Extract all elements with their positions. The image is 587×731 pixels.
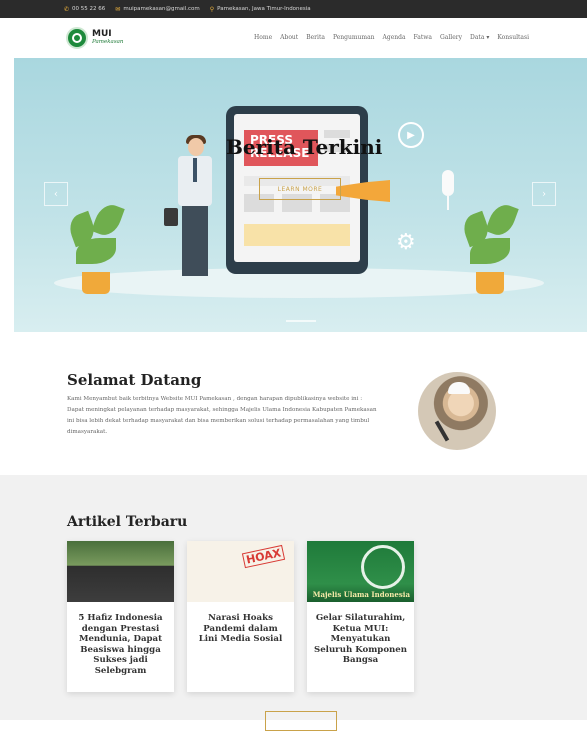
main-menu: Home About Berita Pengumuman Agenda Fatw…	[254, 34, 529, 41]
nav-agenda[interactable]: Agenda	[383, 34, 406, 41]
hoax-stamp: HOAX	[241, 544, 286, 569]
location-pin-icon: ⚲	[209, 5, 215, 13]
play-icon: ▶	[398, 122, 424, 148]
topbar-email-text: muipamekasan@gmail.com	[123, 6, 200, 12]
email-icon: ✉	[115, 5, 121, 13]
nav-data-dropdown[interactable]: Data ▾	[470, 34, 489, 41]
hero-title: Berita Terkini	[226, 135, 383, 159]
slider-prev-button[interactable]: ‹	[44, 182, 68, 206]
chevron-left-icon: ‹	[54, 188, 58, 200]
article-image[interactable]: Majelis Ulama Indonesia	[307, 541, 414, 602]
article-card[interactable]: Majelis Ulama Indonesia Gelar Silaturahi…	[307, 541, 414, 692]
site-logo[interactable]: MUI Pamekasan	[66, 27, 123, 49]
article-image-caption: Majelis Ulama Indonesia	[312, 590, 410, 599]
article-card[interactable]: HOAX Narasi Hoaks Pandemi dalam Lini Med…	[187, 541, 294, 692]
article-title[interactable]: Narasi Hoaks Pandemi dalam Lini Media So…	[187, 602, 294, 645]
welcome-text: Kami Menyambut baik terbitnya Website MU…	[67, 396, 377, 435]
article-image[interactable]: HOAX	[187, 541, 294, 602]
nav-gallery[interactable]: Gallery	[440, 34, 462, 41]
chairman-photo	[418, 372, 496, 450]
learn-more-button[interactable]: LEARN MORE	[259, 178, 341, 200]
chevron-right-icon: ›	[542, 188, 546, 200]
logo-title: MUI	[92, 29, 112, 39]
navbar: MUI Pamekasan Home About Berita Pengumum…	[0, 18, 587, 58]
nav-fatwa[interactable]: Fatwa	[414, 34, 432, 41]
logo-subtitle: Pamekasan	[92, 39, 124, 45]
welcome-title: Selamat Datang	[67, 371, 202, 389]
gear-icon: ⚙	[396, 230, 416, 255]
phone-icon: ✆	[64, 5, 70, 13]
mui-logo-icon	[66, 27, 88, 49]
plant-left-illustration	[65, 200, 126, 294]
nav-about[interactable]: About	[280, 34, 298, 41]
topbar-email[interactable]: ✉ muipamekasan@gmail.com	[115, 6, 199, 13]
topbar-address-text: Pamekasan, Jawa Timur-Indonesia	[217, 6, 311, 12]
plant-right-illustration	[459, 200, 520, 294]
mui-seal-icon	[361, 545, 405, 589]
slider-indicator[interactable]	[286, 320, 316, 322]
article-card[interactable]: 5 Hafiz Indonesia dengan Prestasi Mendun…	[67, 541, 174, 692]
microphone-illustration	[442, 170, 454, 196]
nav-home[interactable]: Home	[254, 34, 272, 41]
nav-konsultasi[interactable]: Konsultasi	[497, 34, 529, 41]
topbar-phone[interactable]: ✆ 00 55 22 66	[64, 6, 105, 13]
article-title[interactable]: 5 Hafiz Indonesia dengan Prestasi Mendun…	[67, 602, 174, 676]
articles-title: Artikel Terbaru	[67, 514, 188, 530]
more-articles-button[interactable]	[265, 711, 337, 731]
article-title[interactable]: Gelar Silaturahim, Ketua MUI: Menyatukan…	[307, 602, 414, 666]
person-illustration	[164, 135, 224, 288]
nav-berita[interactable]: Berita	[306, 34, 325, 41]
microphone-stand	[447, 196, 449, 210]
nav-pengumuman[interactable]: Pengumuman	[333, 34, 375, 41]
topbar-address: ⚲ Pamekasan, Jawa Timur-Indonesia	[210, 6, 311, 13]
slider-next-button[interactable]: ›	[532, 182, 556, 206]
hero-slider: PRESS RELEASE ▶ ⚙ Berita Terkini LEARN M…	[14, 58, 587, 332]
topbar-phone-text: 00 55 22 66	[72, 6, 106, 12]
article-image[interactable]	[67, 541, 174, 602]
topbar: ✆ 00 55 22 66 ✉ muipamekasan@gmail.com ⚲…	[0, 0, 587, 18]
